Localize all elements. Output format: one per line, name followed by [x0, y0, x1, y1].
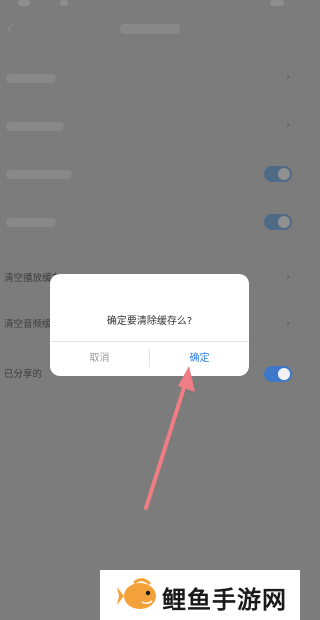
annotation-arrow	[144, 366, 195, 510]
watermark-text: 鲤鱼手游网	[162, 586, 287, 614]
fish-logo-icon	[117, 578, 156, 609]
watermark: 鲤鱼手游网	[100, 570, 300, 620]
